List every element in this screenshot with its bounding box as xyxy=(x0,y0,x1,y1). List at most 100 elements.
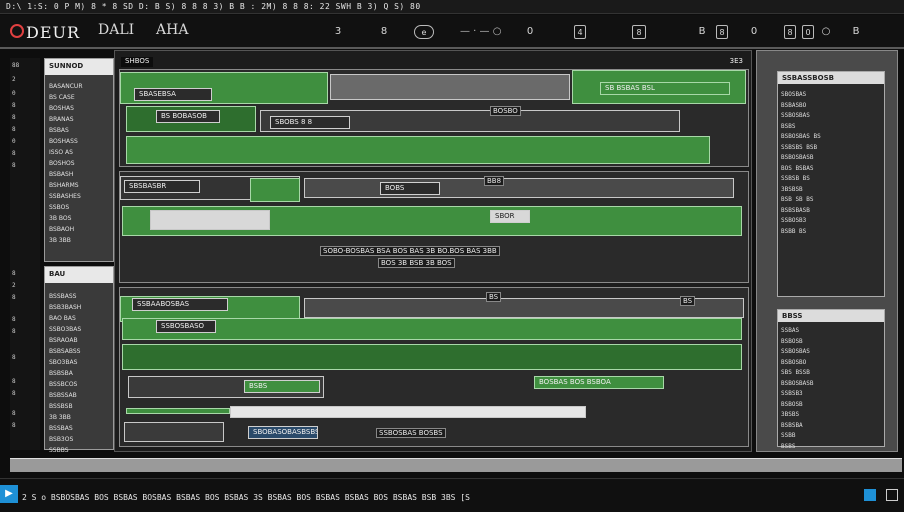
side-panel-item[interactable]: 3B 3BB xyxy=(45,235,113,246)
settings-icon[interactable]: ○ xyxy=(820,25,832,39)
property-row[interactable]: SSBB xyxy=(778,431,884,442)
strip-label[interactable]: 8 xyxy=(12,378,16,385)
property-row[interactable]: BSBS xyxy=(778,122,884,133)
horizontal-scrollbar[interactable] xyxy=(10,458,902,472)
track-clip[interactable] xyxy=(250,178,300,202)
strip-label[interactable]: 8 xyxy=(12,354,16,361)
property-row[interactable]: BSBOSBO xyxy=(778,358,884,369)
track-clip-light[interactable] xyxy=(150,210,270,230)
track-clip-grey[interactable] xyxy=(304,298,744,318)
side-panel-item[interactable]: BOSHAS xyxy=(45,103,113,114)
property-row[interactable]: SSBSBS BSB xyxy=(778,143,884,154)
toolbar-right-4[interactable]: 8 xyxy=(784,25,796,39)
strip-label[interactable]: 0 xyxy=(12,90,16,97)
side-panel-item[interactable]: SSBASHES xyxy=(45,191,113,202)
record-icon[interactable]: e xyxy=(414,25,434,39)
property-row[interactable]: 3BSBSB xyxy=(778,185,884,196)
track-clip-long[interactable] xyxy=(122,344,742,370)
side-panel-item[interactable]: BSBAOH xyxy=(45,224,113,235)
property-row[interactable]: BSBOSBAS BS xyxy=(778,132,884,143)
strip-label[interactable]: 2 xyxy=(12,76,16,83)
property-row[interactable]: BSBSBASB xyxy=(778,206,884,217)
side-panel-item[interactable]: BSSBCOS xyxy=(45,379,113,390)
strip-label[interactable]: 88 xyxy=(12,62,19,69)
toolbar-right-2[interactable]: 8 xyxy=(716,25,728,39)
side-panel-item[interactable]: SBO3BAS xyxy=(45,357,113,368)
property-row[interactable]: BSBASBO xyxy=(778,101,884,112)
strip-label[interactable]: 8 xyxy=(12,390,16,397)
property-row[interactable]: SSBOSBAS xyxy=(778,111,884,122)
strip-label[interactable]: 8 xyxy=(12,328,16,335)
side-panel-item[interactable]: BOSHASS xyxy=(45,136,113,147)
side-panel-item[interactable]: BSSBAS xyxy=(45,423,113,434)
toolbar-slider[interactable]: — · — ○ xyxy=(460,25,520,39)
tray-icon-b[interactable] xyxy=(886,489,898,501)
strip-label[interactable]: 8 xyxy=(12,114,16,121)
property-row[interactable]: BSBS xyxy=(778,442,884,453)
toolbar-right-1[interactable]: B xyxy=(696,25,708,39)
side-panel-item[interactable]: BOSHOS xyxy=(45,158,113,169)
strip-label[interactable]: 2 xyxy=(12,282,16,289)
side-panel-item[interactable]: SSBOS xyxy=(45,202,113,213)
tray-icon-a[interactable] xyxy=(864,489,876,501)
side-panel-item[interactable]: BRANAS xyxy=(45,114,113,125)
side-panel-item[interactable]: BS CASE xyxy=(45,92,113,103)
side-panel-item[interactable]: BSHARMS xyxy=(45,180,113,191)
property-row[interactable]: SSBAS xyxy=(778,326,884,337)
side-panel-item[interactable]: 3B 3BB xyxy=(45,412,113,423)
track-clip-grey[interactable] xyxy=(124,422,224,442)
side-panel-item[interactable]: BSBASH xyxy=(45,169,113,180)
track-clip-grey[interactable] xyxy=(304,178,734,198)
progress-track[interactable] xyxy=(230,406,586,418)
property-row[interactable]: BSBOSBASB xyxy=(778,153,884,164)
strip-label[interactable]: 8 xyxy=(12,162,16,169)
toolbar-button-2[interactable]: 8 xyxy=(378,25,390,39)
toolbar-button-4[interactable]: 4 xyxy=(574,25,586,39)
strip-label[interactable]: 0 xyxy=(12,138,16,145)
side-panel-item[interactable]: BSBAS xyxy=(45,125,113,136)
property-row[interactable]: BSBOSB xyxy=(778,400,884,411)
side-panel-item[interactable]: ISSO AS xyxy=(45,147,113,158)
toolbar-button-6[interactable]: 0 xyxy=(524,25,536,39)
menu-dali[interactable]: DALI xyxy=(98,23,134,37)
side-panel-item[interactable]: BSBSBA xyxy=(45,368,113,379)
strip-label[interactable]: 8 xyxy=(12,422,16,429)
workspace-tab[interactable]: SHBOS xyxy=(121,57,154,67)
side-panel-item[interactable]: BSBSABSS xyxy=(45,346,113,357)
monitor-icon[interactable]: 8 xyxy=(632,25,646,39)
track-clip-long[interactable] xyxy=(126,136,710,164)
property-row[interactable]: BSBB BS xyxy=(778,227,884,238)
strip-label[interactable]: 8 xyxy=(12,270,16,277)
property-row[interactable]: SBOSBAS xyxy=(778,90,884,101)
property-row[interactable]: BSBOSBASB xyxy=(778,379,884,390)
start-button[interactable]: ▶ xyxy=(0,485,18,503)
strip-label[interactable]: 8 xyxy=(12,150,16,157)
strip-label[interactable]: 8 xyxy=(12,316,16,323)
side-panel-item[interactable]: BSSBASS xyxy=(45,291,113,302)
track-clip-grey[interactable] xyxy=(330,74,570,100)
property-row[interactable]: 3BSBS xyxy=(778,410,884,421)
strip-label[interactable]: 8 xyxy=(12,102,16,109)
titlebar-menu-text[interactable]: D:\ 1:S: 0 P M) 8 * 8 SD D: B S) 8 8 8 3… xyxy=(6,2,421,11)
side-panel-item[interactable]: BSB3BASH xyxy=(45,302,113,313)
toolbar-right-6[interactable]: B xyxy=(850,25,862,39)
property-row[interactable]: SSBOSBAS xyxy=(778,347,884,358)
menu-aha[interactable]: AHA xyxy=(156,23,188,37)
property-row[interactable]: BSBOSB xyxy=(778,337,884,348)
side-panel-item[interactable]: SSBBS xyxy=(45,445,113,456)
property-row[interactable]: BSBSBA xyxy=(778,421,884,432)
toolbar-right-5[interactable]: 0 xyxy=(802,25,814,39)
side-panel-item[interactable]: BSSBSB xyxy=(45,401,113,412)
side-panel-item[interactable]: 3B BOS xyxy=(45,213,113,224)
side-panel-item[interactable]: SSBO3BAS xyxy=(45,324,113,335)
side-panel-item[interactable]: BSBSSAB xyxy=(45,390,113,401)
toolbar-button-1[interactable]: 3 xyxy=(332,25,344,39)
side-panel-item[interactable]: BAO BAS xyxy=(45,313,113,324)
property-row[interactable]: SSBSB BS xyxy=(778,174,884,185)
property-row[interactable]: BOS BSBAS xyxy=(778,164,884,175)
side-panel-item[interactable]: BASANCUR xyxy=(45,81,113,92)
strip-label[interactable]: 8 xyxy=(12,126,16,133)
strip-label[interactable]: 8 xyxy=(12,410,16,417)
property-row[interactable]: SSBSB3 xyxy=(778,389,884,400)
property-row[interactable]: SSBOSB3 xyxy=(778,216,884,227)
